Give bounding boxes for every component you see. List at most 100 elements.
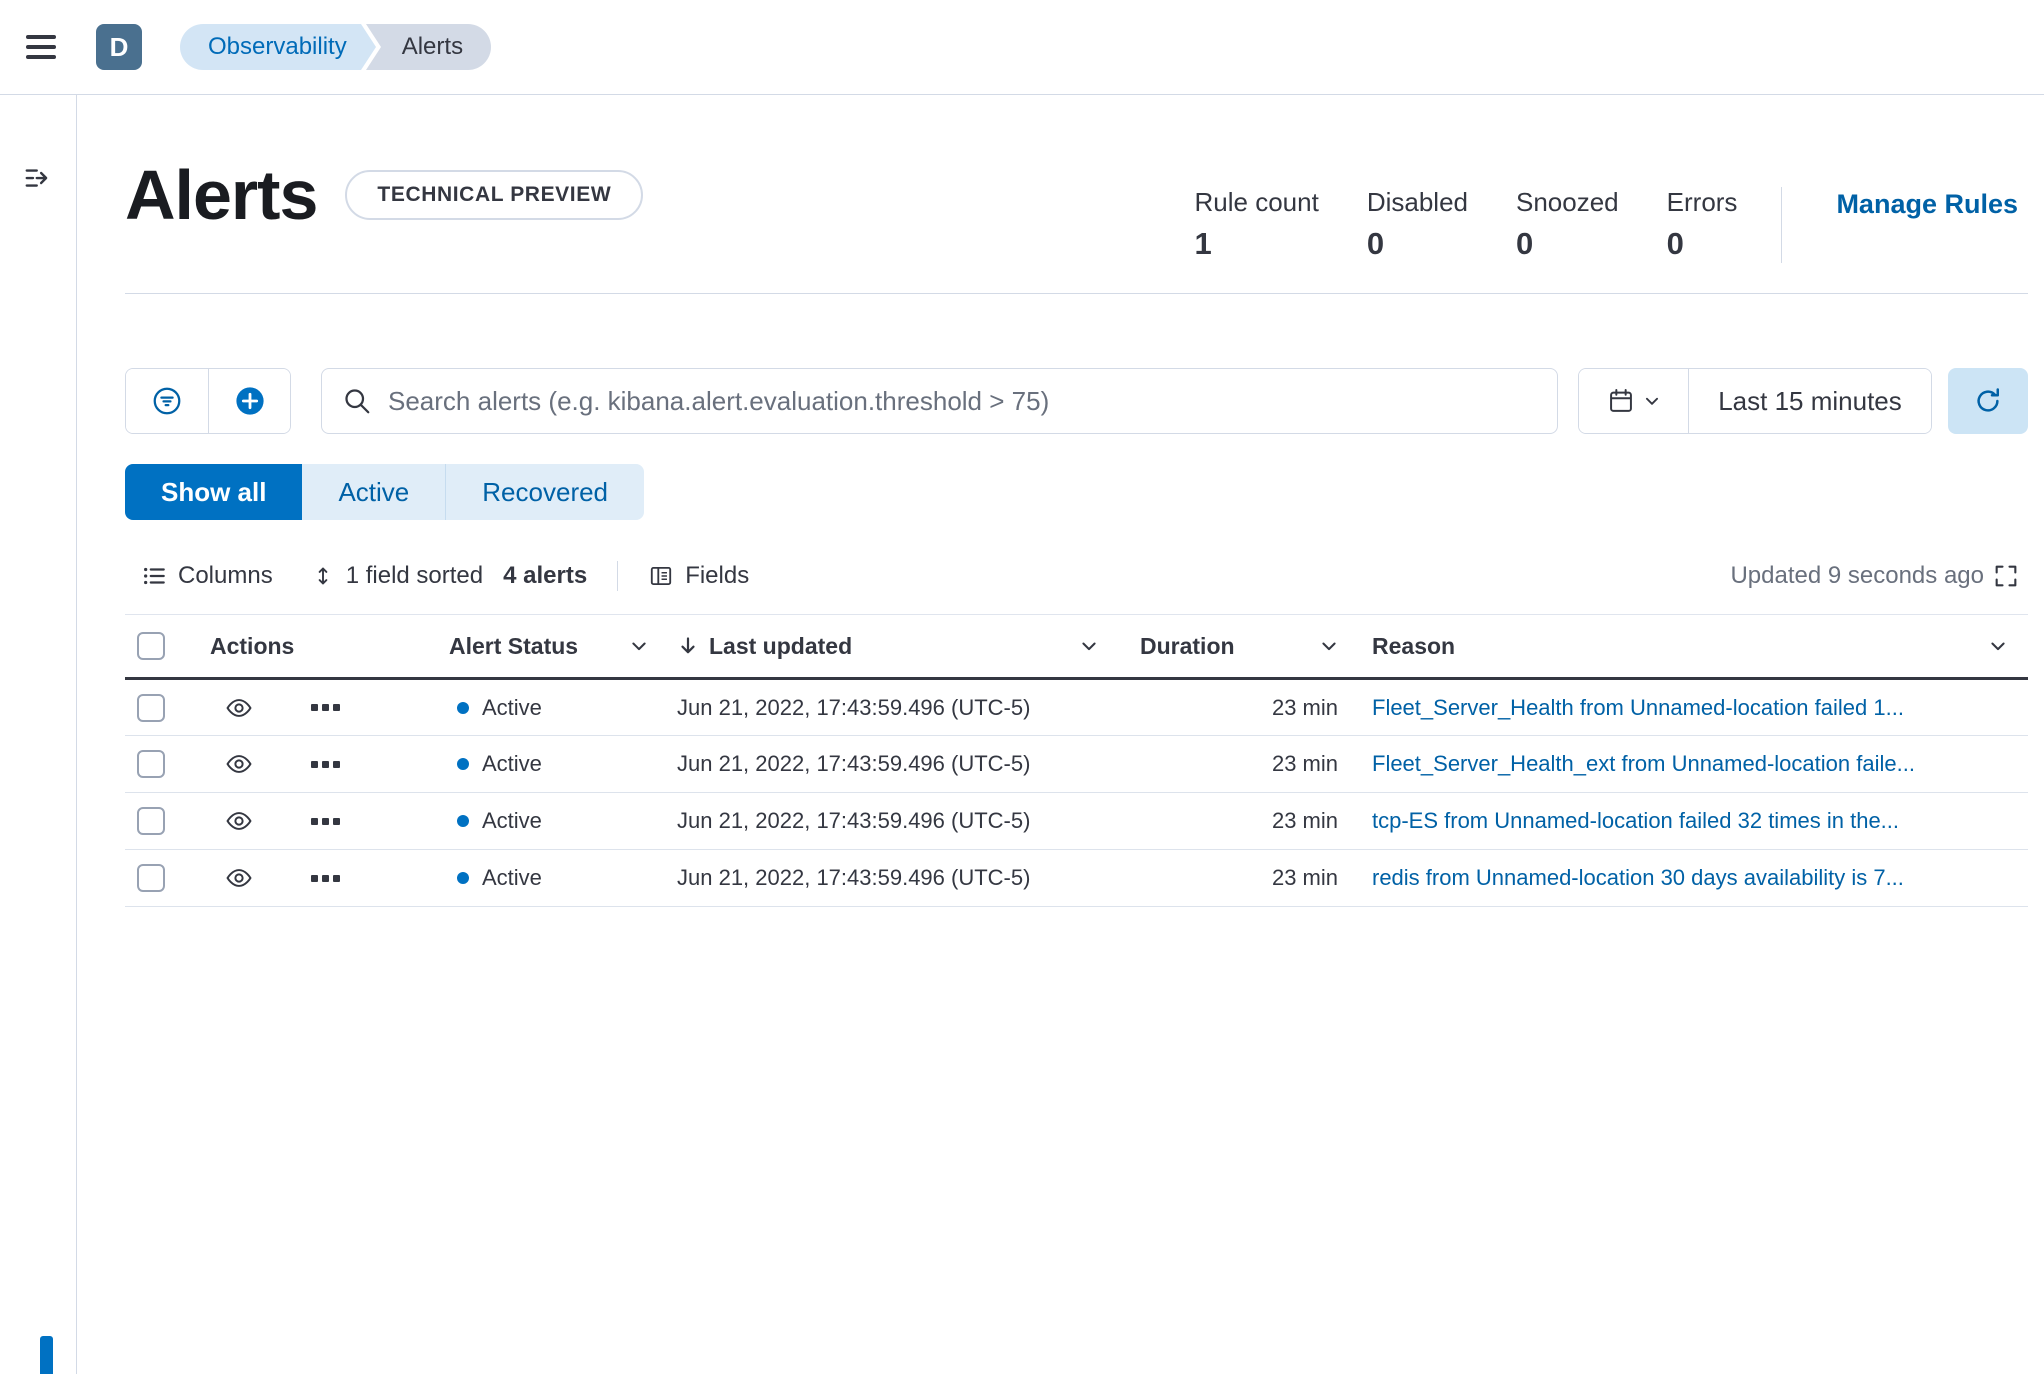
alert-row: Active Jun 21, 2022, 17:43:59.496 (UTC-5… (125, 678, 2028, 736)
view-alert-details-button[interactable] (225, 864, 253, 892)
column-header-alert-status[interactable]: Alert Status (441, 614, 669, 680)
column-header-last-updated[interactable]: Last updated (669, 614, 1119, 680)
column-header-reason[interactable]: Reason (1359, 614, 2028, 680)
stat-snoozed: Snoozed 0 (1516, 187, 1619, 262)
row-checkbox[interactable] (137, 807, 165, 836)
stat-label: Snoozed (1516, 187, 1619, 217)
alerts-count: 4 alerts (503, 562, 588, 589)
menu-toggle-button[interactable] (26, 30, 66, 64)
menu-right-icon (25, 168, 48, 187)
fields-label: Fields (685, 562, 750, 589)
date-quick-select-button[interactable] (1579, 369, 1689, 433)
time-range-button[interactable]: Last 15 minutes (1689, 369, 1931, 433)
alerts-table: Actions Alert Status Last updated Durati… (125, 614, 2028, 907)
eye-icon (226, 869, 252, 887)
active-status-dot (457, 872, 469, 884)
alert-status-filter-group: Show all Active Recovered (125, 464, 645, 520)
column-label: Alert Status (449, 632, 579, 659)
boxes-horizontal-icon (311, 704, 340, 711)
select-all-checkbox[interactable] (137, 632, 165, 661)
chevron-down-icon (1082, 642, 1096, 651)
fields-icon (651, 566, 672, 586)
alerts-table-header-row: Actions Alert Status Last updated Durati… (125, 614, 2028, 680)
filter-in-circle-icon (153, 387, 181, 415)
rule-stats: Rule count 1 Disabled 0 Snoozed 0 Errors… (1195, 187, 1738, 262)
alerts-page: Alerts TECHNICAL PREVIEW Rule count 1 Di… (77, 95, 2044, 1374)
view-alert-details-button[interactable] (225, 807, 253, 835)
duration-value: 23 min (1119, 849, 1359, 907)
alert-reason-link[interactable]: tcp-ES from Unnamed-location failed 32 t… (1372, 808, 1899, 833)
boxes-horizontal-icon (311, 817, 340, 825)
breadcrumb: Observability Alerts (180, 24, 492, 70)
alert-reason-link[interactable]: Fleet_Server_Health_ext from Unnamed-loc… (1372, 751, 1915, 776)
columns-button[interactable]: Columns (141, 562, 273, 590)
alert-status-value: Active (482, 751, 542, 776)
filter-active[interactable]: Active (302, 464, 446, 520)
row-actions-menu-button[interactable] (311, 704, 340, 711)
fullscreen-button[interactable] (1992, 562, 2020, 590)
row-checkbox[interactable] (137, 750, 165, 779)
manage-rules-link[interactable]: Manage Rules (1826, 187, 2028, 221)
boxes-horizontal-icon (311, 874, 340, 882)
header-divider (125, 293, 2028, 294)
view-alert-details-button[interactable] (225, 750, 253, 778)
expand-sidebar-button[interactable] (18, 159, 58, 199)
column-label: Reason (1372, 632, 1456, 659)
search-input[interactable] (388, 385, 1537, 417)
alert-status-value: Active (482, 808, 542, 833)
row-checkbox[interactable] (137, 864, 165, 893)
alert-status-value: Active (482, 865, 542, 890)
chevron-down-icon (1322, 642, 1336, 651)
page-title: Alerts (125, 156, 318, 234)
view-alert-details-button[interactable] (225, 694, 253, 722)
data-grid-toolbar: Columns 1 field sorted 4 alerts Fields U… (125, 548, 2028, 604)
column-header-duration[interactable]: Duration (1119, 614, 1359, 680)
stat-value: 0 (1366, 226, 1385, 261)
collapsed-sidebar (0, 95, 77, 1374)
alert-row: Active Jun 21, 2022, 17:43:59.496 (UTC-5… (125, 792, 2028, 850)
kibana-app: D Observability Alerts Alerts TECHNICAL … (0, 0, 2044, 1374)
page-header: Alerts TECHNICAL PREVIEW Rule count 1 Di… (125, 95, 2028, 263)
alert-row: Active Jun 21, 2022, 17:43:59.496 (UTC-5… (125, 849, 2028, 907)
refresh-button[interactable] (1948, 368, 2028, 434)
calendar-icon (1609, 389, 1632, 412)
last-updated-value: Jun 21, 2022, 17:43:59.496 (UTC-5) (669, 678, 1119, 736)
technical-preview-badge: TECHNICAL PREVIEW (345, 170, 644, 220)
stat-label: Rule count (1194, 187, 1319, 217)
filter-recovered[interactable]: Recovered (445, 464, 645, 520)
stat-label: Disabled (1366, 187, 1468, 217)
fullscreen-icon (1995, 565, 2017, 587)
sort-fields-button[interactable]: 1 field sorted (311, 562, 483, 590)
saved-queries-button[interactable] (126, 369, 208, 433)
refresh-icon (1977, 388, 1999, 412)
stats-divider (1781, 187, 1783, 263)
stat-value: 1 (1194, 226, 1212, 261)
chevron-down-icon (1645, 397, 1658, 405)
stat-label: Errors (1666, 187, 1738, 217)
row-actions-menu-button[interactable] (311, 760, 340, 768)
chevron-down-icon (632, 642, 646, 651)
active-status-dot (457, 758, 469, 770)
row-actions-menu-button[interactable] (311, 874, 340, 882)
updated-timestamp: Updated 9 seconds ago (1730, 562, 1984, 589)
query-filter-group (125, 368, 291, 434)
alert-status-value: Active (482, 694, 542, 720)
fields-button[interactable]: Fields (648, 562, 749, 590)
stat-value: 0 (1666, 226, 1684, 261)
row-actions-menu-button[interactable] (311, 817, 340, 825)
duration-value: 23 min (1119, 792, 1359, 850)
add-filter-button[interactable] (208, 369, 290, 433)
alert-reason-link[interactable]: redis from Unnamed-location 30 days avai… (1372, 865, 1904, 890)
alert-reason-link[interactable]: Fleet_Server_Health from Unnamed-locatio… (1372, 695, 1904, 720)
active-status-dot (457, 701, 469, 714)
toolbar-divider (617, 561, 619, 591)
eye-icon (226, 812, 252, 830)
list-icon (144, 567, 165, 585)
alerts-search-box[interactable] (321, 368, 1558, 434)
stat-disabled: Disabled 0 (1367, 187, 1468, 262)
filter-show-all[interactable]: Show all (125, 464, 303, 520)
space-avatar[interactable]: D (96, 24, 142, 70)
date-picker: Last 15 minutes (1578, 368, 1932, 434)
row-checkbox[interactable] (137, 693, 165, 722)
breadcrumb-observability[interactable]: Observability (180, 24, 376, 70)
